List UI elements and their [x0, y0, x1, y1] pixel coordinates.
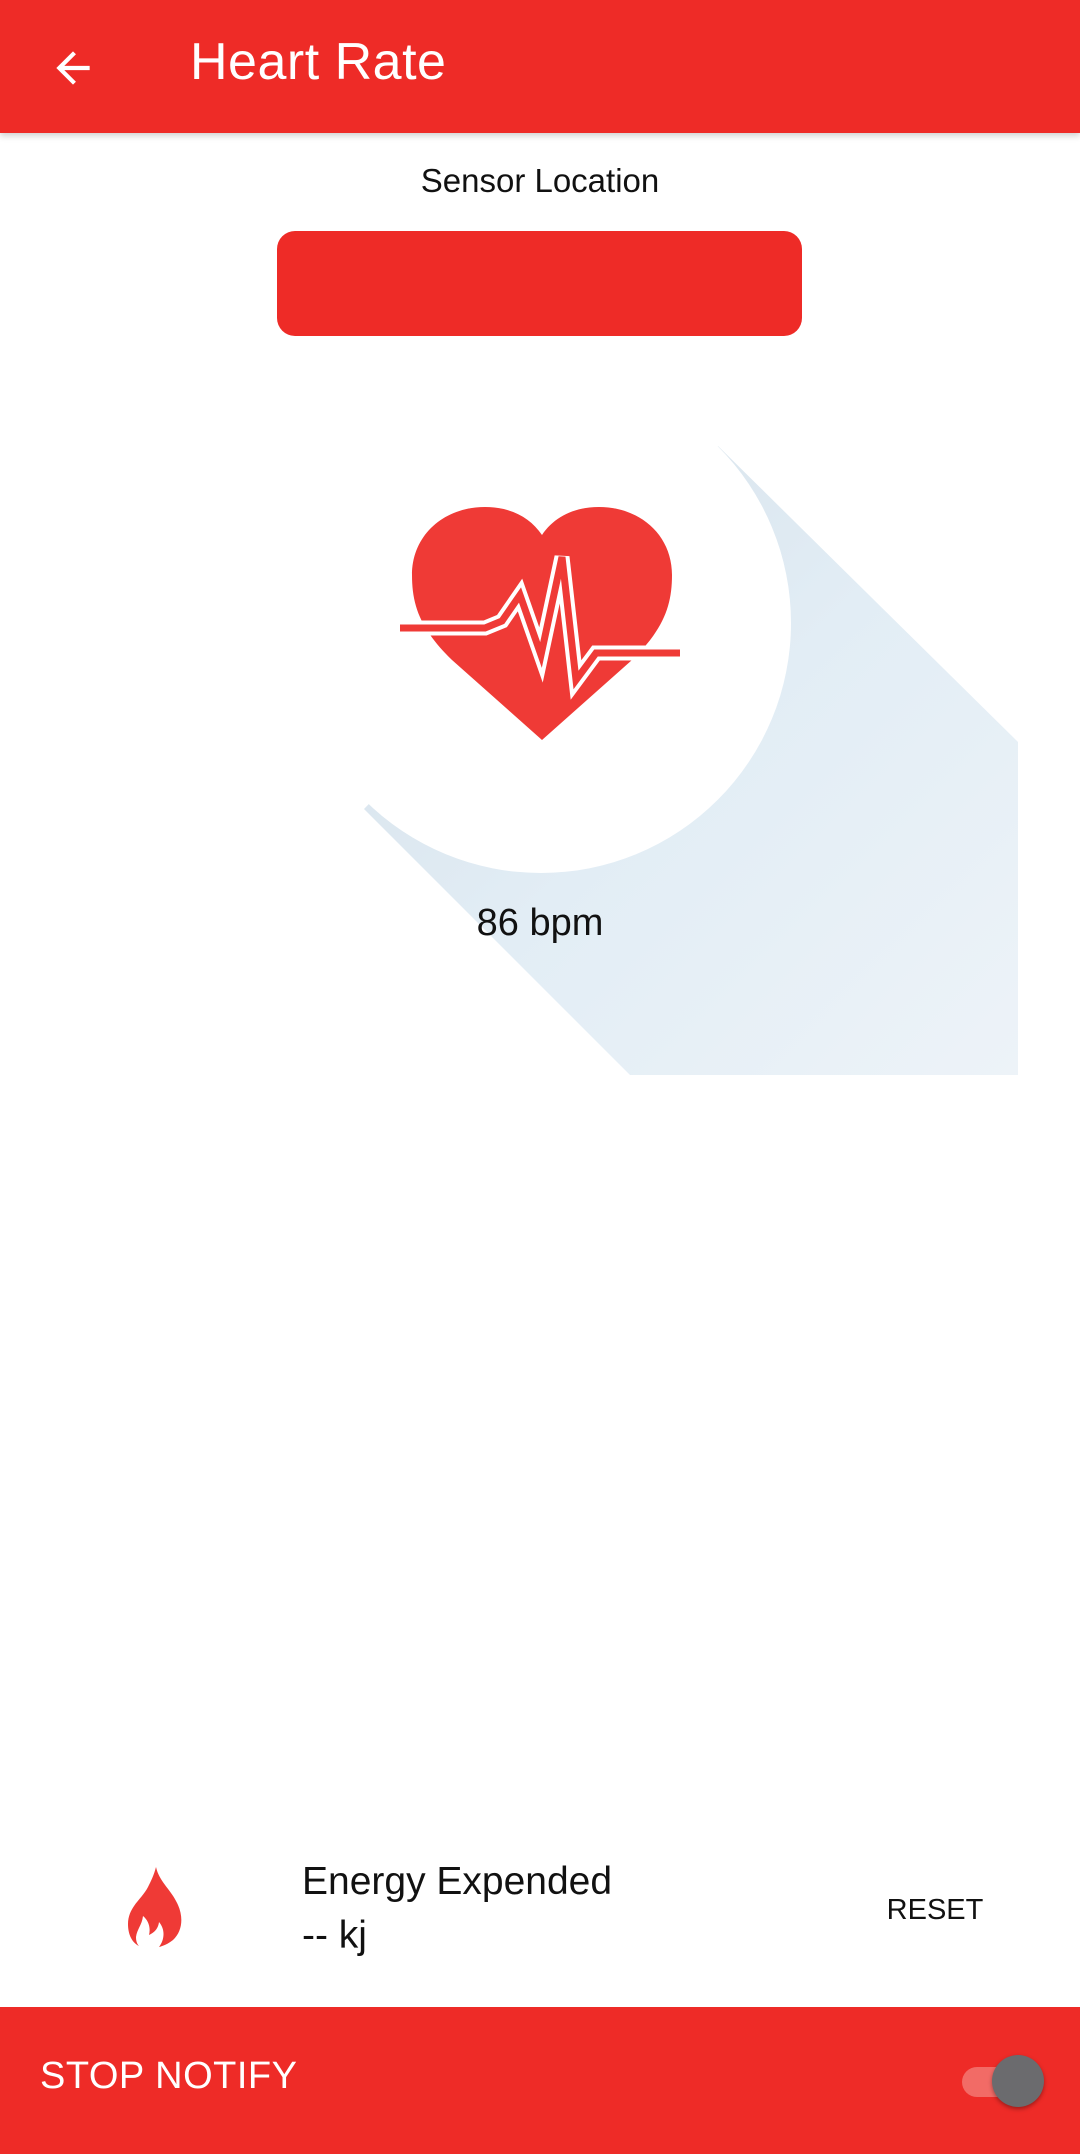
arrow-left-icon: [56, 51, 90, 85]
stop-notify-label: STOP NOTIFY: [40, 2055, 298, 2097]
bpm-value: 86 bpm: [476, 902, 604, 944]
reset-button[interactable]: RESET: [870, 1885, 1000, 1935]
sensor-location-label: Sensor Location: [420, 162, 660, 199]
bottom-bar: STOP NOTIFY: [0, 2007, 1080, 2154]
heart-pulse-icon: [400, 507, 680, 740]
sensor-location-value: [277, 231, 802, 336]
energy-value: -- kj: [302, 1914, 367, 1957]
page-title: Heart Rate: [190, 33, 447, 91]
flame-icon: [128, 1867, 182, 1947]
energy-title: Energy Expended: [302, 1860, 613, 1903]
app-bar: Heart Rate: [0, 0, 1080, 133]
notify-toggle[interactable]: [958, 2053, 1048, 2109]
toggle-thumb: [992, 2055, 1044, 2107]
screen: Heart Rate Sensor Location 86 bpm Energy…: [0, 0, 1080, 2154]
back-button[interactable]: [30, 25, 116, 111]
